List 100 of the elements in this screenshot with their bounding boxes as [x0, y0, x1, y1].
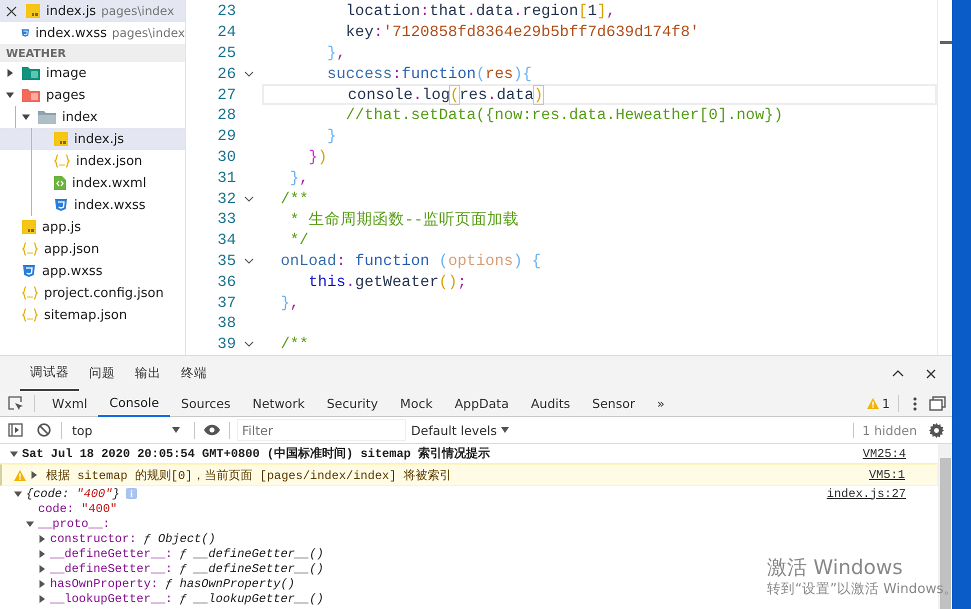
file-path: pages\index	[101, 4, 174, 18]
source-link[interactable]: index.js:27	[826, 486, 906, 500]
tree-item[interactable]: index.js	[0, 128, 185, 150]
devtools-tab[interactable]: Wxml	[41, 390, 98, 416]
devtools-tab[interactable]: Security	[316, 390, 390, 416]
tree-item[interactable]: sitemap.json	[0, 304, 185, 326]
json-file-icon	[22, 242, 38, 256]
line-number: 24	[216, 23, 236, 42]
log-levels-dropdown[interactable]: Default levels	[411, 422, 509, 438]
close-icon[interactable]	[926, 368, 936, 378]
close-icon[interactable]	[6, 6, 17, 16]
expand-arrow-icon[interactable]	[6, 69, 14, 77]
line-number: 29	[216, 127, 236, 146]
tree-item-label: index.js	[74, 132, 124, 146]
tree-item[interactable]: index	[0, 106, 185, 128]
line-number: 26	[216, 64, 236, 83]
tree-item[interactable]: index.wxml	[0, 172, 185, 194]
devtools-tab[interactable]: Network	[242, 390, 316, 416]
tree-item[interactable]: project.config.json	[0, 282, 185, 304]
tree-item[interactable]: image	[0, 62, 185, 84]
fold-chevron-icon[interactable]	[244, 70, 254, 77]
line-number: 31	[216, 168, 236, 187]
css-file-icon	[54, 198, 68, 212]
panel-tab[interactable]: 终端	[171, 356, 217, 391]
more-options-icon[interactable]	[913, 396, 917, 410]
image-folder-icon	[22, 66, 40, 80]
tree-item[interactable]: index.json	[0, 150, 185, 172]
line-number: 38	[216, 314, 236, 332]
object-property[interactable]: hasOwnProperty: ƒ hasOwnProperty()	[50, 576, 295, 590]
source-link[interactable]: VM5:1	[868, 468, 905, 482]
devtools-tab[interactable]: Mock	[389, 390, 444, 416]
devtools-tab[interactable]: Console	[98, 390, 170, 416]
expand-arrow-icon[interactable]	[22, 113, 30, 121]
code-line: key:'7120858fd8364e29b5bff7d639d174f8'	[344, 23, 700, 42]
tree-item[interactable]: app.js	[0, 216, 185, 238]
pages-folder-icon	[22, 88, 40, 102]
tree-item[interactable]: app.wxss	[0, 260, 185, 282]
expand-arrow-icon[interactable]	[30, 471, 38, 479]
js-file-icon	[26, 4, 40, 18]
file-name: index.js	[46, 4, 96, 18]
fold-chevron-icon[interactable]	[244, 258, 254, 264]
code-line: /**	[280, 190, 309, 208]
line-number: 28	[216, 106, 236, 124]
more-tabs-button[interactable]: »	[646, 390, 676, 416]
activation-message: 转到“设置”以激活 Windows。	[767, 580, 958, 599]
line-number: 34	[216, 231, 236, 250]
object-property[interactable]: constructor: ƒ Object()	[50, 532, 216, 546]
object-property[interactable]: __defineGetter__: ƒ __defineGetter__()	[50, 546, 324, 560]
devtools-tab[interactable]: Sources	[170, 390, 242, 416]
inspect-element-icon[interactable]	[8, 396, 24, 412]
sidebar-toggle-icon[interactable]	[8, 423, 23, 437]
line-number: 27	[216, 86, 236, 104]
warning-icon	[867, 398, 880, 409]
js-file-icon	[22, 220, 36, 234]
tree-item[interactable]: index.wxss	[0, 194, 185, 216]
devtools-tab[interactable]: Audits	[520, 390, 582, 416]
panel-tab[interactable]: 输出	[125, 356, 171, 391]
expand-arrow-icon[interactable]	[14, 490, 22, 498]
object-property[interactable]: __proto__:	[38, 516, 118, 530]
filter-field[interactable]: Filter	[238, 420, 405, 440]
js-file-icon	[54, 132, 68, 146]
line-number: 32	[216, 190, 236, 208]
code-line: //that.setData({now:res.data.Heweather[0].now})	[344, 106, 783, 124]
object-property[interactable]: code: "400"	[38, 502, 118, 516]
object-property[interactable]: __lookupGetter__: ƒ __lookupGetter__()	[50, 592, 324, 606]
code-line: },	[288, 168, 309, 187]
fold-chevron-icon[interactable]	[244, 196, 254, 202]
expand-arrow-icon[interactable]	[10, 450, 18, 458]
object-summary[interactable]: {code: "400"}	[26, 486, 120, 500]
code-line: },	[326, 44, 346, 62]
section-header: WEATHER	[0, 44, 185, 62]
warning-count[interactable]: 1	[867, 396, 890, 411]
tree-item[interactable]: pages	[0, 84, 185, 106]
code-line: */	[288, 231, 309, 250]
tree-item-label: image	[46, 66, 86, 80]
expand-arrow-icon[interactable]	[6, 91, 14, 99]
context-select[interactable]: top	[66, 422, 186, 438]
css-file-icon	[22, 264, 36, 278]
panel-tab[interactable]: 问题	[79, 356, 125, 391]
tree-item-label: index.json	[76, 154, 142, 168]
dock-window-icon[interactable]	[929, 396, 946, 411]
eye-icon[interactable]	[203, 424, 221, 436]
scroll-marker	[940, 41, 952, 44]
clear-console-icon[interactable]	[37, 423, 51, 437]
devtools-tab[interactable]: AppData	[444, 390, 520, 416]
tree-item[interactable]: app.json	[0, 238, 185, 260]
object-property[interactable]: __defineSetter__: ƒ __defineSetter__()	[50, 562, 324, 576]
line-number: 36	[216, 272, 236, 291]
open-editor-item[interactable]: index.js pages\index	[0, 0, 185, 22]
collapse-up-icon[interactable]	[892, 370, 904, 377]
activation-title: 激活 Windows	[767, 555, 904, 579]
warning-icon	[14, 470, 26, 480]
settings-icon[interactable]	[929, 422, 944, 438]
code-line: * 生命周期函数--监听页面加载	[288, 210, 520, 230]
devtools-tab[interactable]: Sensor	[581, 390, 646, 416]
open-editor-item[interactable]: index.wxss pages\index	[0, 22, 185, 44]
caret-icon	[500, 427, 509, 433]
source-link[interactable]: VM25:4	[862, 446, 906, 460]
file-path: pages\index	[112, 26, 185, 40]
fold-chevron-icon[interactable]	[244, 341, 254, 348]
